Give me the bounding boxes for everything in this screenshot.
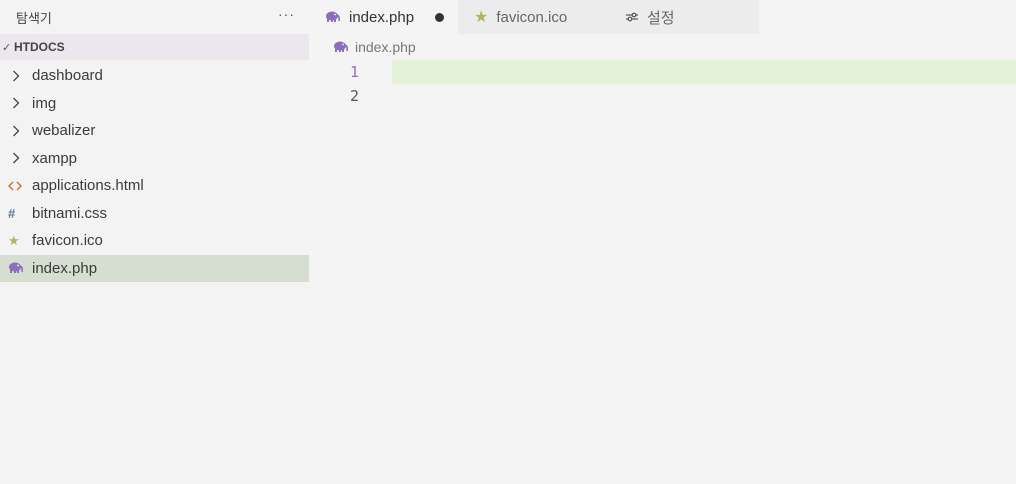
- file-tree: dashboard img webalizer xampp applicatio…: [0, 62, 309, 282]
- code-line[interactable]: 1: [309, 60, 1016, 84]
- tree-item-applications-html[interactable]: applications.html: [0, 172, 309, 200]
- php-elephant-icon: [8, 262, 32, 274]
- tab-bar: index.php ★ favicon.ico 설정: [309, 0, 1016, 34]
- star-icon: ★: [474, 9, 489, 26]
- chevron-right-icon: [8, 125, 32, 137]
- line-number: 1: [349, 63, 359, 81]
- tree-item-index-php[interactable]: index.php: [0, 254, 309, 282]
- current-line-highlight: [392, 60, 1016, 84]
- sidebar-header: 탐색기 ···: [0, 0, 309, 34]
- html-file-icon: [8, 181, 32, 191]
- tree-item-xampp[interactable]: xampp: [0, 145, 309, 173]
- tree-item-favicon-ico[interactable]: ★ favicon.ico: [0, 227, 309, 255]
- tree-item-bitnami-css[interactable]: # bitnami.css: [0, 200, 309, 228]
- tab-label: favicon.ico: [496, 8, 568, 26]
- line-number: 2: [349, 87, 359, 105]
- star-icon: ★: [8, 232, 20, 248]
- tree-item-label: bitnami.css: [32, 204, 108, 222]
- tree-item-label: webalizer: [32, 122, 96, 140]
- chevron-right-icon: [8, 70, 32, 82]
- unsaved-dot-icon[interactable]: [435, 12, 444, 22]
- chevron-right-icon: [8, 97, 32, 109]
- editor-area: index.php ★ favicon.ico 설정 index.php 1 2: [309, 0, 1016, 484]
- folder-header-htdocs[interactable]: ✓ HTDOCS: [0, 34, 309, 60]
- tab-settings[interactable]: 설정: [609, 0, 759, 34]
- tree-item-label: img: [32, 94, 57, 112]
- tree-item-label: xampp: [32, 149, 78, 167]
- code-editor[interactable]: 1 2: [309, 60, 1016, 108]
- chevron-right-icon: [8, 152, 32, 164]
- tab-favicon-ico[interactable]: ★ favicon.ico: [458, 0, 609, 34]
- php-elephant-icon: [325, 11, 341, 23]
- css-file-icon: #: [8, 205, 16, 221]
- tree-item-img[interactable]: img: [0, 90, 309, 118]
- settings-sliders-icon: [625, 11, 639, 23]
- folder-name: HTDOCS: [14, 40, 65, 54]
- tree-item-label: index.php: [32, 259, 98, 277]
- more-actions-icon[interactable]: ···: [278, 6, 295, 28]
- chevron-down-icon: ✓: [2, 41, 12, 54]
- tree-item-label: dashboard: [32, 67, 103, 85]
- tree-item-webalizer[interactable]: webalizer: [0, 117, 309, 145]
- explorer-sidebar: 탐색기 ··· ✓ HTDOCS dashboard img webalizer: [0, 0, 309, 484]
- tab-index-php[interactable]: index.php: [309, 0, 458, 34]
- php-elephant-icon: [333, 41, 349, 53]
- code-line[interactable]: 2: [309, 84, 1016, 108]
- tree-item-label: applications.html: [32, 177, 144, 195]
- breadcrumb[interactable]: index.php: [309, 34, 1016, 60]
- tab-label: 설정: [647, 9, 675, 27]
- breadcrumb-label: index.php: [355, 39, 416, 55]
- tree-item-dashboard[interactable]: dashboard: [0, 62, 309, 90]
- tab-label: index.php: [349, 8, 415, 26]
- sidebar-title: 탐색기: [16, 10, 52, 26]
- tree-item-label: favicon.ico: [32, 232, 103, 250]
